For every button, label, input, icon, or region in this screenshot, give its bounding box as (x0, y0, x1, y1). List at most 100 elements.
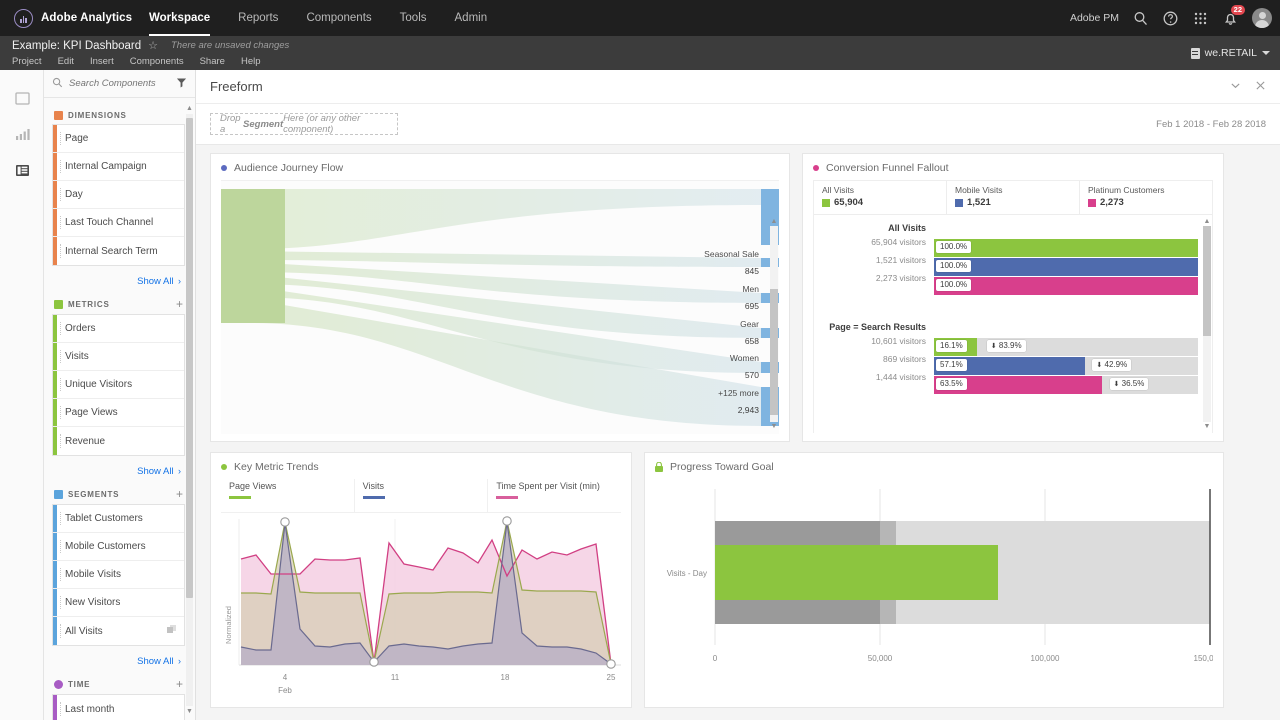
segment-swatch (955, 199, 963, 207)
legend-item[interactable]: Visits (355, 479, 489, 512)
show-all-link[interactable]: Show All (137, 466, 173, 477)
x-tick: 100,000 (1031, 654, 1060, 663)
avatar[interactable] (1252, 8, 1272, 28)
brand-logo[interactable]: Adobe Analytics (0, 9, 135, 28)
list-item[interactable]: Mobile Customers (53, 533, 184, 561)
copy-icon[interactable] (167, 622, 177, 640)
show-all-link[interactable]: Show All (137, 656, 173, 667)
workspace-area: Freeform Drop a Segment Here (or any oth… (196, 70, 1280, 720)
panels-icon[interactable] (0, 80, 44, 116)
show-all-metrics[interactable]: Show All › (52, 456, 185, 481)
scrollbar-thumb[interactable] (770, 289, 778, 415)
menu-edit[interactable]: Edit (58, 56, 90, 67)
item-label: Unique Visitors (65, 379, 132, 390)
app-grid-icon[interactable] (1192, 10, 1209, 27)
menu-share[interactable]: Share (200, 56, 241, 67)
list-item[interactable]: Revenue (53, 427, 184, 455)
list-item[interactable]: All Visits (53, 617, 184, 645)
fallout-bar[interactable]: 57.1% ⬇ 42.9% (934, 357, 1198, 375)
scroll-down-icon[interactable]: ▼ (1203, 422, 1211, 431)
item-label: Last month (65, 704, 114, 715)
list-item[interactable]: Visits (53, 343, 184, 371)
fallout-chart[interactable]: All Visits 65,904 Mobile Visits 1,521 Pl… (813, 180, 1213, 433)
segment-summary[interactable]: All Visits 65,904 (814, 181, 947, 214)
bullet-chart[interactable]: Visits - Day 0 50,000 100,000 150,000 (655, 479, 1213, 699)
nav-item-reports[interactable]: Reports (224, 0, 292, 36)
chevron-down-icon[interactable] (1230, 78, 1241, 96)
search-input[interactable] (69, 78, 161, 89)
scroll-up-icon[interactable]: ▲ (186, 104, 193, 113)
components-scrollbar[interactable]: ▲ ▼ (186, 104, 193, 716)
close-icon[interactable] (1255, 78, 1266, 96)
nav-item-tools[interactable]: Tools (386, 0, 441, 36)
trends-plot: Normalized (221, 513, 623, 699)
list-item[interactable]: Last month (53, 695, 184, 720)
list-item[interactable]: Page Views (53, 399, 184, 427)
search-icon[interactable] (1132, 10, 1149, 27)
add-segment-button[interactable]: + (176, 488, 185, 500)
fallout-bar[interactable]: 100.0% (934, 239, 1198, 257)
fallout-bar[interactable]: 100.0% (934, 277, 1198, 295)
scroll-down-icon[interactable]: ▼ (770, 422, 778, 431)
list-item[interactable]: New Visitors (53, 589, 184, 617)
segment-name: Platinum Customers (1088, 185, 1204, 195)
conversion-pill: 57.1% (936, 359, 967, 371)
dimensions-icon (54, 111, 63, 120)
show-all-link[interactable]: Show All (137, 276, 173, 287)
nav-item-components[interactable]: Components (292, 0, 385, 36)
list-item[interactable]: Page (53, 125, 184, 153)
segments-icon (54, 490, 63, 499)
legend-item[interactable]: Time Spent per Visit (min) (488, 479, 621, 512)
add-metric-button[interactable]: + (176, 298, 185, 310)
menu-project[interactable]: Project (12, 56, 58, 67)
menu-insert[interactable]: Insert (90, 56, 130, 67)
list-item[interactable]: Internal Search Term (53, 237, 184, 265)
funnel-scrollbar[interactable]: ▲ ▼ (1203, 217, 1211, 431)
list-item[interactable]: Unique Visitors (53, 371, 184, 399)
nav-item-admin[interactable]: Admin (441, 0, 502, 36)
menu-components[interactable]: Components (130, 56, 200, 67)
list-item[interactable]: Mobile Visits (53, 561, 184, 589)
sankey-scrollbar[interactable]: ▲ ▼ (770, 217, 778, 431)
segment-summary[interactable]: Mobile Visits 1,521 (947, 181, 1080, 214)
fallout-bar[interactable]: 16.1% ⬇ 83.9% (934, 338, 1198, 356)
trends-chart[interactable]: Page Views Visits Time Spent per Visit (… (221, 479, 621, 699)
visualizations-icon[interactable] (0, 116, 44, 152)
x-tick: 18 (501, 673, 510, 682)
sankey-label: +125 more (718, 388, 759, 398)
list-item[interactable]: Tablet Customers (53, 505, 184, 533)
scroll-down-icon[interactable]: ▼ (186, 707, 193, 716)
dropzone-suffix: Here (or any other component) (283, 113, 388, 135)
sankey-chart[interactable]: Seasonal Sale 845 Men 695 Gear 658 Women… (221, 180, 779, 433)
bell-icon[interactable]: 22 (1222, 10, 1239, 27)
show-all-dimensions[interactable]: Show All › (52, 266, 185, 291)
list-item[interactable]: Last Touch Channel (53, 209, 184, 237)
legend-label: Page Views (229, 481, 346, 491)
fallout-bar[interactable]: 63.5% ⬇ 36.5% (934, 376, 1198, 394)
sankey-value: 845 (745, 266, 759, 276)
segment-dropzone[interactable]: Drop a Segment Here (or any other compon… (210, 113, 398, 135)
star-icon[interactable]: ☆ (148, 39, 158, 52)
list-item[interactable]: Orders (53, 315, 184, 343)
time-icon (54, 680, 63, 689)
scroll-up-icon[interactable]: ▲ (770, 217, 778, 226)
filter-icon[interactable] (176, 75, 187, 93)
list-item[interactable]: Day (53, 181, 184, 209)
list-item[interactable]: Internal Campaign (53, 153, 184, 181)
date-range[interactable]: Feb 1 2018 - Feb 28 2018 (1156, 119, 1266, 130)
menu-help[interactable]: Help (241, 56, 277, 67)
segment-summary[interactable]: Platinum Customers 2,273 (1080, 181, 1212, 214)
show-all-segments[interactable]: Show All › (52, 646, 185, 671)
fallout-bar[interactable]: 100.0% (934, 258, 1198, 276)
nav-item-workspace[interactable]: Workspace (135, 0, 224, 36)
scrollbar-thumb[interactable] (1203, 226, 1211, 336)
scrollbar-thumb[interactable] (186, 118, 193, 598)
help-icon[interactable] (1162, 10, 1179, 27)
add-time-button[interactable]: + (176, 678, 185, 690)
item-label: Tablet Customers (65, 513, 143, 524)
segments-list: Tablet Customers Mobile Customers Mobile… (52, 504, 185, 646)
report-suite-selector[interactable]: we.RETAIL (1191, 47, 1270, 59)
legend-item[interactable]: Page Views (221, 479, 355, 512)
scroll-up-icon[interactable]: ▲ (1203, 217, 1211, 226)
components-icon[interactable] (0, 152, 44, 188)
